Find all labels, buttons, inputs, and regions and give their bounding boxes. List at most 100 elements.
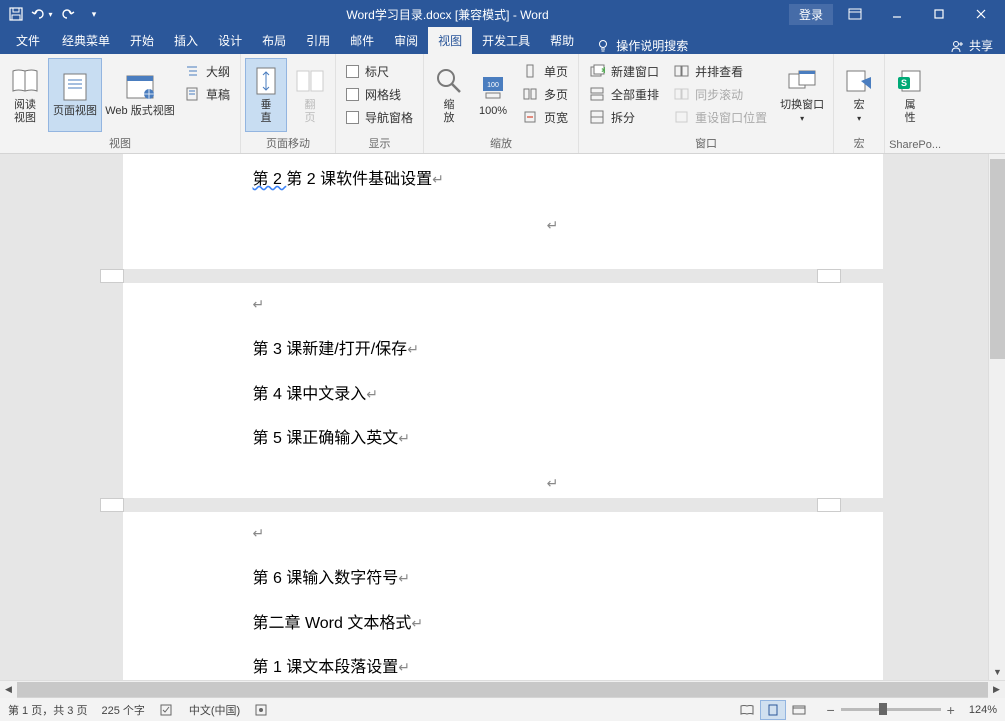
redo-button[interactable] — [56, 2, 80, 26]
tab-references[interactable]: 引用 — [296, 27, 340, 54]
syncscroll-icon — [673, 86, 689, 102]
group-window: ✱新建窗口 全部重排 拆分 并排查看 同步滚动 重设窗口位置 切换窗口▾ 窗口 — [579, 54, 834, 153]
viewside-icon — [673, 63, 689, 79]
arrange-button[interactable]: 全部重排 — [587, 83, 661, 105]
doc-line[interactable]: 第 2 第 2 课软件基础设置第 2 课软件基础设置↵ — [253, 158, 853, 204]
tell-me-search[interactable]: 操作说明搜索 — [588, 37, 696, 54]
hundred-button[interactable]: 100 100% — [472, 58, 514, 132]
horizontal-scrollbar[interactable]: ◀ ▶ — [0, 680, 1005, 697]
doc-line[interactable]: 第 5 课正确输入英文↵ — [253, 417, 853, 462]
macros-icon — [843, 65, 875, 97]
word-count[interactable]: 225 个字 — [101, 702, 144, 718]
tab-mail[interactable]: 邮件 — [340, 27, 384, 54]
tab-review[interactable]: 审阅 — [384, 27, 428, 54]
scroll-left-arrow[interactable]: ◀ — [0, 681, 17, 698]
ribbon-display-button[interactable] — [835, 0, 875, 28]
web-layout-button[interactable]: Web 版式视图 — [104, 58, 176, 132]
maximize-button[interactable] — [919, 0, 959, 28]
quick-access-toolbar: ▾ ▾ — [4, 2, 106, 26]
doc-line[interactable]: 第 4 课中文录入↵ — [253, 373, 853, 418]
web-mode-btn[interactable] — [786, 700, 812, 720]
macro-record-icon[interactable] — [254, 703, 268, 717]
group-show: 标尺 网格线 导航窗格 显示 — [336, 54, 424, 153]
print-mode-btn[interactable] — [760, 700, 786, 720]
scroll-right-arrow[interactable]: ▶ — [988, 681, 1005, 698]
resetpos-button: 重设窗口位置 — [671, 106, 769, 128]
spellcheck-icon[interactable] — [159, 703, 175, 717]
tab-home[interactable]: 开始 — [120, 27, 164, 54]
scroll-thumb[interactable] — [990, 159, 1005, 359]
titlebar: ▾ ▾ Word学习目录.docx [兼容模式] - Word 登录 — [0, 0, 1005, 28]
undo-button[interactable]: ▾ — [30, 2, 54, 26]
zoom-slider[interactable]: − + — [826, 702, 954, 718]
vertical-button[interactable]: 垂 直 — [245, 58, 287, 132]
viewside-button[interactable]: 并排查看 — [671, 60, 769, 82]
properties-button[interactable]: S 属 性 — [889, 58, 931, 132]
document-area[interactable]: 第 2 第 2 课软件基础设置第 2 课软件基础设置↵ ↵ ↵ 第 3 课新建/… — [0, 154, 1005, 680]
zoom-in-btn[interactable]: + — [947, 702, 955, 718]
macros-button[interactable]: 宏▾ — [838, 58, 880, 132]
doc-line[interactable]: 第 6 课输入数字符号↵ — [253, 557, 853, 602]
tab-view[interactable]: 视图 — [428, 27, 472, 54]
close-button[interactable] — [961, 0, 1001, 28]
split-icon — [589, 109, 605, 125]
tab-help[interactable]: 帮助 — [540, 27, 584, 54]
doc-line[interactable]: 第二章 Word 文本格式↵ — [253, 602, 853, 647]
checkbox-icon — [346, 111, 359, 124]
share-icon — [951, 39, 965, 53]
web-layout-icon — [124, 71, 156, 103]
save-button[interactable] — [4, 2, 28, 26]
tab-design[interactable]: 设计 — [208, 27, 252, 54]
qat-customize-button[interactable]: ▾ — [82, 2, 106, 26]
onepage-icon — [522, 63, 538, 79]
scroll-down-arrow[interactable]: ▼ — [989, 663, 1005, 680]
pagewidth-icon — [522, 109, 538, 125]
share-button[interactable]: 共享 — [943, 37, 1001, 54]
page-break — [0, 269, 1005, 283]
draft-button[interactable]: 草稿 — [182, 83, 232, 105]
sidebyside-page-button[interactable]: 翻 页 — [289, 58, 331, 132]
onepage-button[interactable]: 单页 — [520, 60, 570, 82]
tab-layout[interactable]: 布局 — [252, 27, 296, 54]
tab-insert[interactable]: 插入 — [164, 27, 208, 54]
slider-thumb[interactable] — [879, 703, 887, 715]
tab-file[interactable]: 文件 — [4, 27, 52, 54]
scroll-thumb-h[interactable] — [17, 682, 988, 697]
language-indicator[interactable]: 中文(中国) — [189, 702, 240, 718]
doc-line[interactable]: 第 3 课新建/打开/保存↵ — [253, 328, 853, 373]
gridlines-checkbox[interactable]: 网格线 — [344, 83, 415, 105]
navpane-checkbox[interactable]: 导航窗格 — [344, 106, 415, 128]
tab-classic[interactable]: 经典菜单 — [52, 27, 120, 54]
arrange-icon — [589, 86, 605, 102]
vertical-scrollbar[interactable]: ▲ ▼ — [988, 154, 1005, 680]
doc-line[interactable]: ↵ — [253, 283, 853, 328]
checkbox-icon — [346, 65, 359, 78]
page-indicator[interactable]: 第 1 页，共 3 页 — [8, 702, 87, 718]
svg-text:100: 100 — [487, 82, 499, 89]
window-controls: 登录 — [789, 0, 1001, 28]
outline-button[interactable]: 大纲 — [182, 60, 232, 82]
ruler-checkbox[interactable]: 标尺 — [344, 60, 415, 82]
multipage-button[interactable]: 多页 — [520, 83, 570, 105]
login-button[interactable]: 登录 — [789, 4, 833, 25]
split-button[interactable]: 拆分 — [587, 106, 661, 128]
pagewidth-button[interactable]: 页宽 — [520, 106, 570, 128]
newwin-icon: ✱ — [589, 63, 605, 79]
view-mode-buttons — [734, 700, 812, 720]
window-title: Word学习目录.docx [兼容模式] - Word — [106, 6, 789, 23]
newwin-button[interactable]: ✱新建窗口 — [587, 60, 661, 82]
doc-line[interactable]: ↵ — [253, 512, 853, 557]
switch-window-button[interactable]: 切换窗口▾ — [775, 58, 829, 132]
minimize-button[interactable] — [877, 0, 917, 28]
tab-developer[interactable]: 开发工具 — [472, 27, 540, 54]
doc-line[interactable]: ↵ — [253, 204, 853, 249]
doc-line[interactable]: 第 1 课文本段落设置↵ — [253, 646, 853, 680]
read-view-button[interactable]: 阅读 视图 — [4, 58, 46, 132]
zoom-level[interactable]: 124% — [969, 704, 997, 716]
print-layout-button[interactable]: 页面视图 — [48, 58, 102, 132]
read-mode-btn[interactable] — [734, 700, 760, 720]
zoom-out-btn[interactable]: − — [826, 702, 834, 718]
page-break — [0, 498, 1005, 512]
slider-track[interactable] — [841, 708, 941, 711]
zoom-button[interactable]: 缩 放 — [428, 58, 470, 132]
